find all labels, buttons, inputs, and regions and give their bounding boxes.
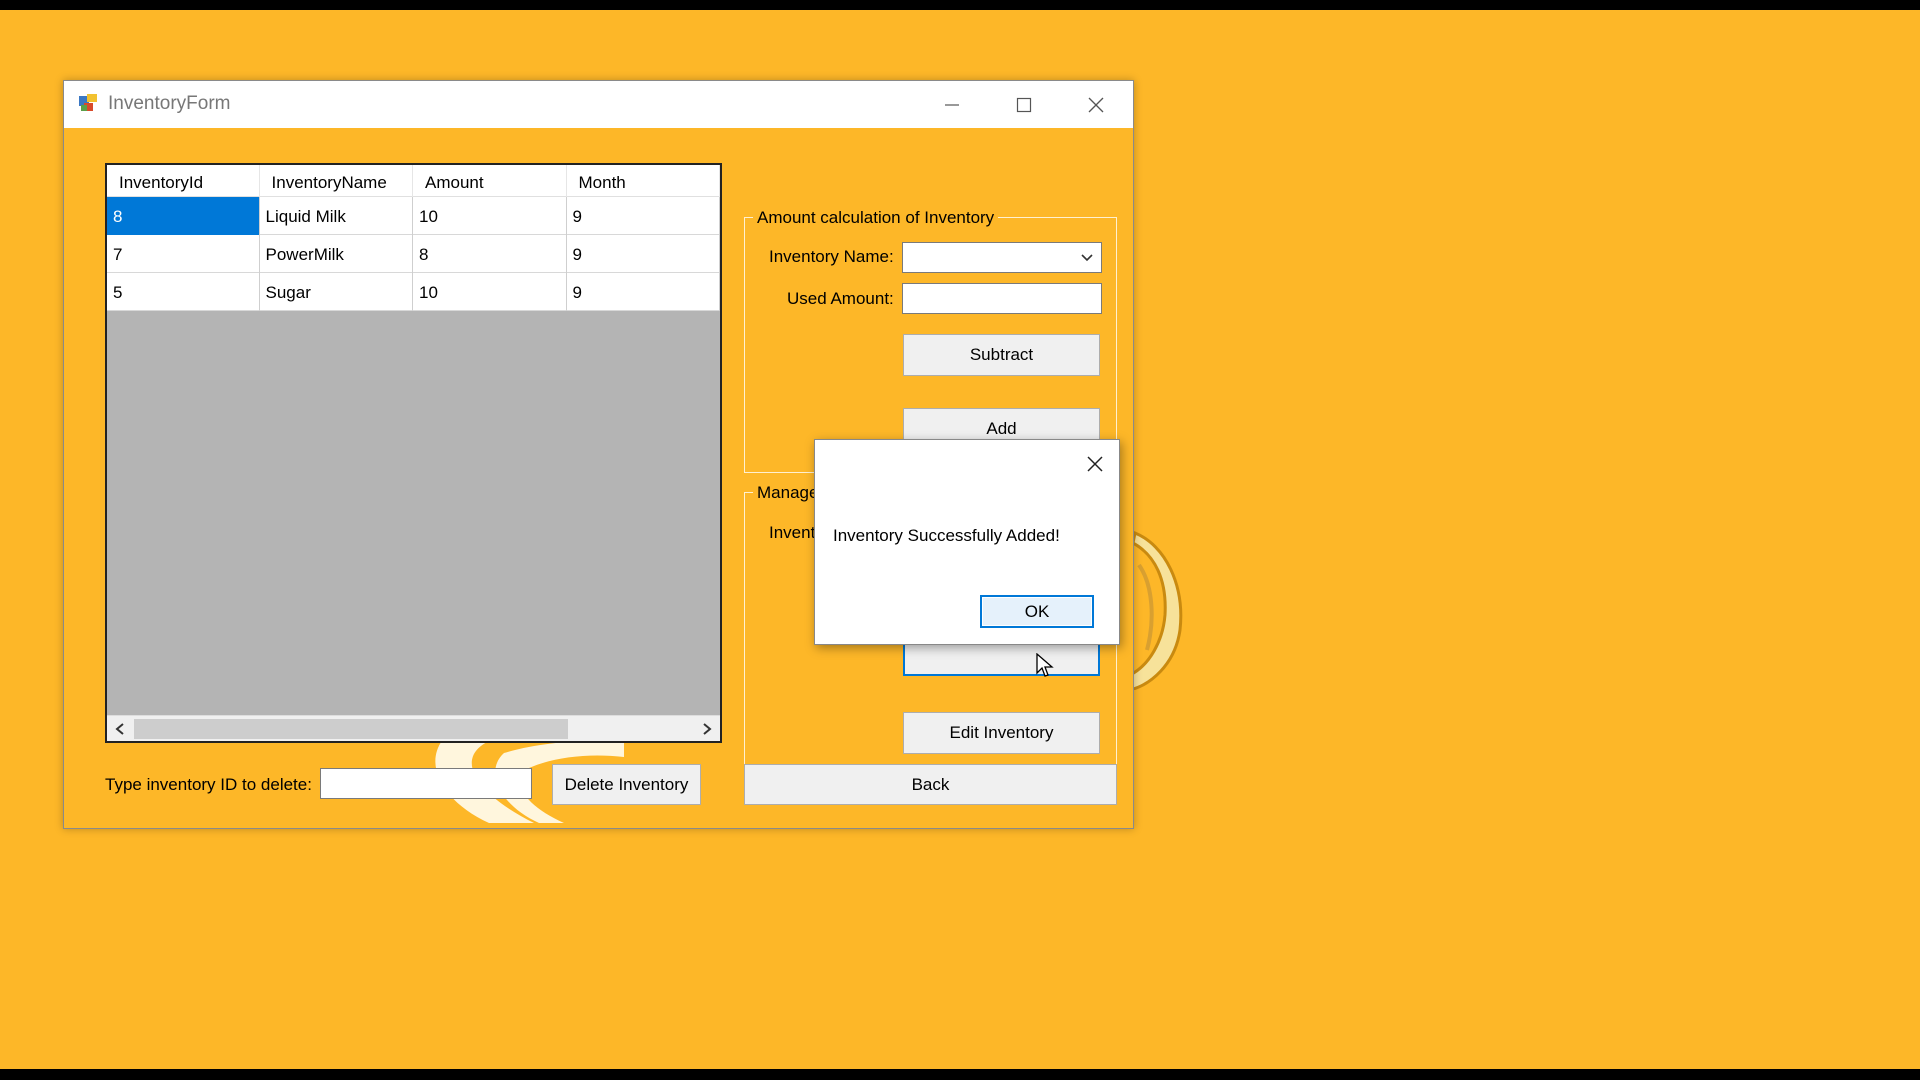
chevron-down-icon xyxy=(1081,254,1093,262)
table-cell-id[interactable]: 8 xyxy=(107,197,260,235)
chevron-left-icon xyxy=(115,723,124,735)
table-cell-month[interactable]: 9 xyxy=(567,235,720,273)
column-header-amount[interactable]: Amount xyxy=(413,165,567,197)
maximize-button[interactable] xyxy=(988,81,1060,128)
scroll-thumb[interactable] xyxy=(134,719,568,739)
table-row[interactable]: 8 Liquid Milk 10 9 xyxy=(107,197,720,235)
edit-inventory-button[interactable]: Edit Inventory xyxy=(903,712,1100,754)
scroll-right-button[interactable] xyxy=(694,716,720,741)
table-row[interactable]: 7 PowerMilk 8 9 xyxy=(107,235,720,273)
table-cell-name[interactable]: PowerMilk xyxy=(260,235,414,273)
minimize-button[interactable] xyxy=(916,81,988,128)
grid-header: InventoryId InventoryName Amount Month xyxy=(107,165,720,197)
title-bar: InventoryForm xyxy=(64,81,1133,128)
table-row[interactable]: 5 Sugar 10 9 xyxy=(107,273,720,311)
table-cell-name[interactable]: Liquid Milk xyxy=(260,197,414,235)
grid-rows: 8 Liquid Milk 10 9 7 PowerMilk 8 9 5 Sug… xyxy=(107,197,720,311)
close-icon xyxy=(1087,456,1103,472)
delete-inventory-button[interactable]: Delete Inventory xyxy=(552,764,701,805)
delete-id-label: Type inventory ID to delete: xyxy=(105,775,312,794)
column-header-inventoryid[interactable]: InventoryId xyxy=(107,165,260,197)
used-amount-input[interactable] xyxy=(902,283,1102,314)
dialog-message: Inventory Successfully Added! xyxy=(833,526,1060,545)
column-header-month[interactable]: Month xyxy=(567,165,720,197)
banana-decoration xyxy=(1128,530,1183,690)
scroll-left-button[interactable] xyxy=(107,716,133,741)
subtract-button[interactable]: Subtract xyxy=(903,334,1100,376)
inventory-grid[interactable]: InventoryId InventoryName Amount Month 8… xyxy=(105,163,722,743)
table-cell-amount[interactable]: 8 xyxy=(413,235,567,273)
table-cell-amount[interactable]: 10 xyxy=(413,197,567,235)
mouse-cursor-icon xyxy=(1036,653,1054,677)
window-title: InventoryForm xyxy=(108,93,231,114)
chevron-right-icon xyxy=(703,723,712,735)
ok-button[interactable]: OK xyxy=(980,595,1094,628)
close-icon xyxy=(1088,97,1104,112)
message-dialog: Inventory Successfully Added! OK xyxy=(814,439,1120,645)
table-cell-name[interactable]: Sugar xyxy=(260,273,414,311)
table-cell-id[interactable]: 7 xyxy=(107,235,260,273)
manage-inventory-label: Invent xyxy=(769,523,816,542)
back-button[interactable]: Back xyxy=(744,764,1117,805)
horizontal-scrollbar[interactable] xyxy=(107,715,720,741)
close-button[interactable] xyxy=(1060,81,1132,128)
app-form-icon xyxy=(79,94,97,111)
group-title: Amount calculation of Inventory xyxy=(753,208,999,228)
amount-calculation-group: Amount calculation of Inventory Inventor… xyxy=(744,208,1117,473)
group-title: Manage xyxy=(753,483,823,503)
table-cell-amount[interactable]: 10 xyxy=(413,273,567,311)
table-cell-month[interactable]: 9 xyxy=(567,273,720,311)
table-cell-id[interactable]: 5 xyxy=(107,273,260,311)
table-cell-month[interactable]: 9 xyxy=(567,197,720,235)
used-amount-label: Used Amount: xyxy=(787,289,894,308)
minimize-icon xyxy=(945,103,959,106)
inventory-name-label: Inventory Name: xyxy=(769,247,894,266)
column-header-inventoryname[interactable]: InventoryName xyxy=(260,165,414,197)
maximize-icon xyxy=(1016,97,1032,112)
delete-id-input[interactable] xyxy=(320,768,532,799)
inventory-name-dropdown[interactable] xyxy=(902,242,1102,273)
desktop-background: InventoryForm InventoryId InventoryName xyxy=(0,10,1920,1069)
dialog-close-button[interactable] xyxy=(1081,450,1109,478)
